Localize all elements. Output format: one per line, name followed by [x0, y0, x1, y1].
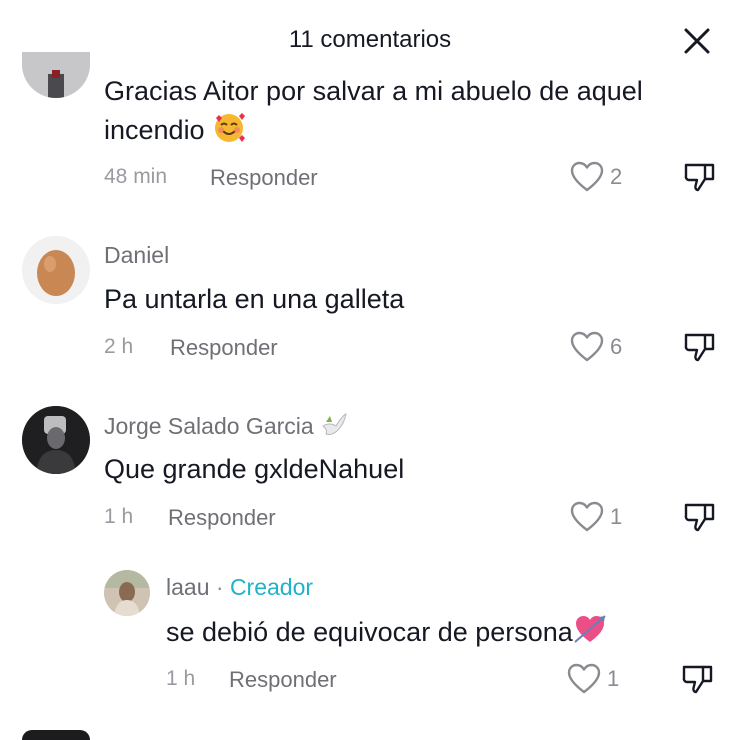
comment-text: Gracias Aitor por salvar a mi abuelo de …	[104, 72, 724, 154]
like-button[interactable]: 1	[570, 501, 630, 533]
like-button[interactable]: 2	[570, 161, 630, 193]
reply-button[interactable]: Responder	[210, 165, 318, 191]
reply-button[interactable]: Responder	[229, 667, 337, 693]
like-count: 2	[610, 164, 623, 189]
comment-text-line: Gracias Aitor por salvar a mi abuelo de …	[104, 76, 643, 106]
thumbs-down-icon	[684, 503, 715, 532]
comment-time: 48 min	[104, 165, 168, 188]
comment-time: 1 h	[166, 667, 196, 690]
comment-text-line: incendio	[104, 110, 724, 154]
heart-outline-icon	[570, 501, 604, 532]
creator-badge: Creador	[229, 574, 314, 600]
close-icon	[684, 28, 710, 54]
reply-button[interactable]: Responder	[170, 335, 278, 361]
avatar[interactable]	[22, 406, 90, 474]
comments-header: 11 comentarios	[0, 0, 740, 80]
comments-count-title: 11 comentarios	[288, 26, 452, 53]
heart-outline-icon	[567, 663, 601, 694]
separator: ·	[215, 574, 224, 600]
heart-outline-icon	[570, 161, 604, 192]
dove-icon	[320, 412, 348, 444]
like-count: 1	[607, 666, 620, 691]
reply-button[interactable]: Responder	[168, 505, 276, 531]
heart-with-arrow-icon	[573, 612, 607, 656]
close-button[interactable]	[682, 26, 712, 56]
dislike-button[interactable]	[683, 331, 717, 363]
like-count: 6	[610, 334, 623, 359]
thumbs-down-icon	[684, 163, 715, 192]
heart-outline-icon	[570, 331, 604, 362]
username[interactable]: Daniel	[104, 242, 169, 269]
comment-text: Que grande gxldeNahuel	[104, 454, 405, 484]
username[interactable]: Jorge Salado Garcia	[104, 412, 348, 444]
comment-text: se debió de equivocar de persona	[166, 612, 607, 656]
avatar[interactable]	[22, 730, 90, 740]
like-count: 1	[610, 504, 623, 529]
comment-time: 2 h	[104, 335, 134, 358]
thumbs-down-icon	[682, 665, 713, 694]
dislike-button[interactable]	[681, 663, 715, 695]
avatar[interactable]	[22, 52, 90, 98]
dislike-button[interactable]	[683, 161, 717, 193]
dislike-button[interactable]	[683, 501, 717, 533]
avatar[interactable]	[104, 570, 150, 616]
like-button[interactable]: 6	[570, 331, 630, 363]
comment-text: Pa untarla en una galleta	[104, 284, 405, 314]
avatar[interactable]	[22, 236, 90, 304]
username[interactable]: laau · Creador	[166, 574, 313, 601]
thumbs-down-icon	[684, 333, 715, 362]
like-button[interactable]: 1	[567, 663, 627, 695]
comment-time: 1 h	[104, 505, 134, 528]
smiling-face-with-hearts-icon	[212, 110, 246, 154]
